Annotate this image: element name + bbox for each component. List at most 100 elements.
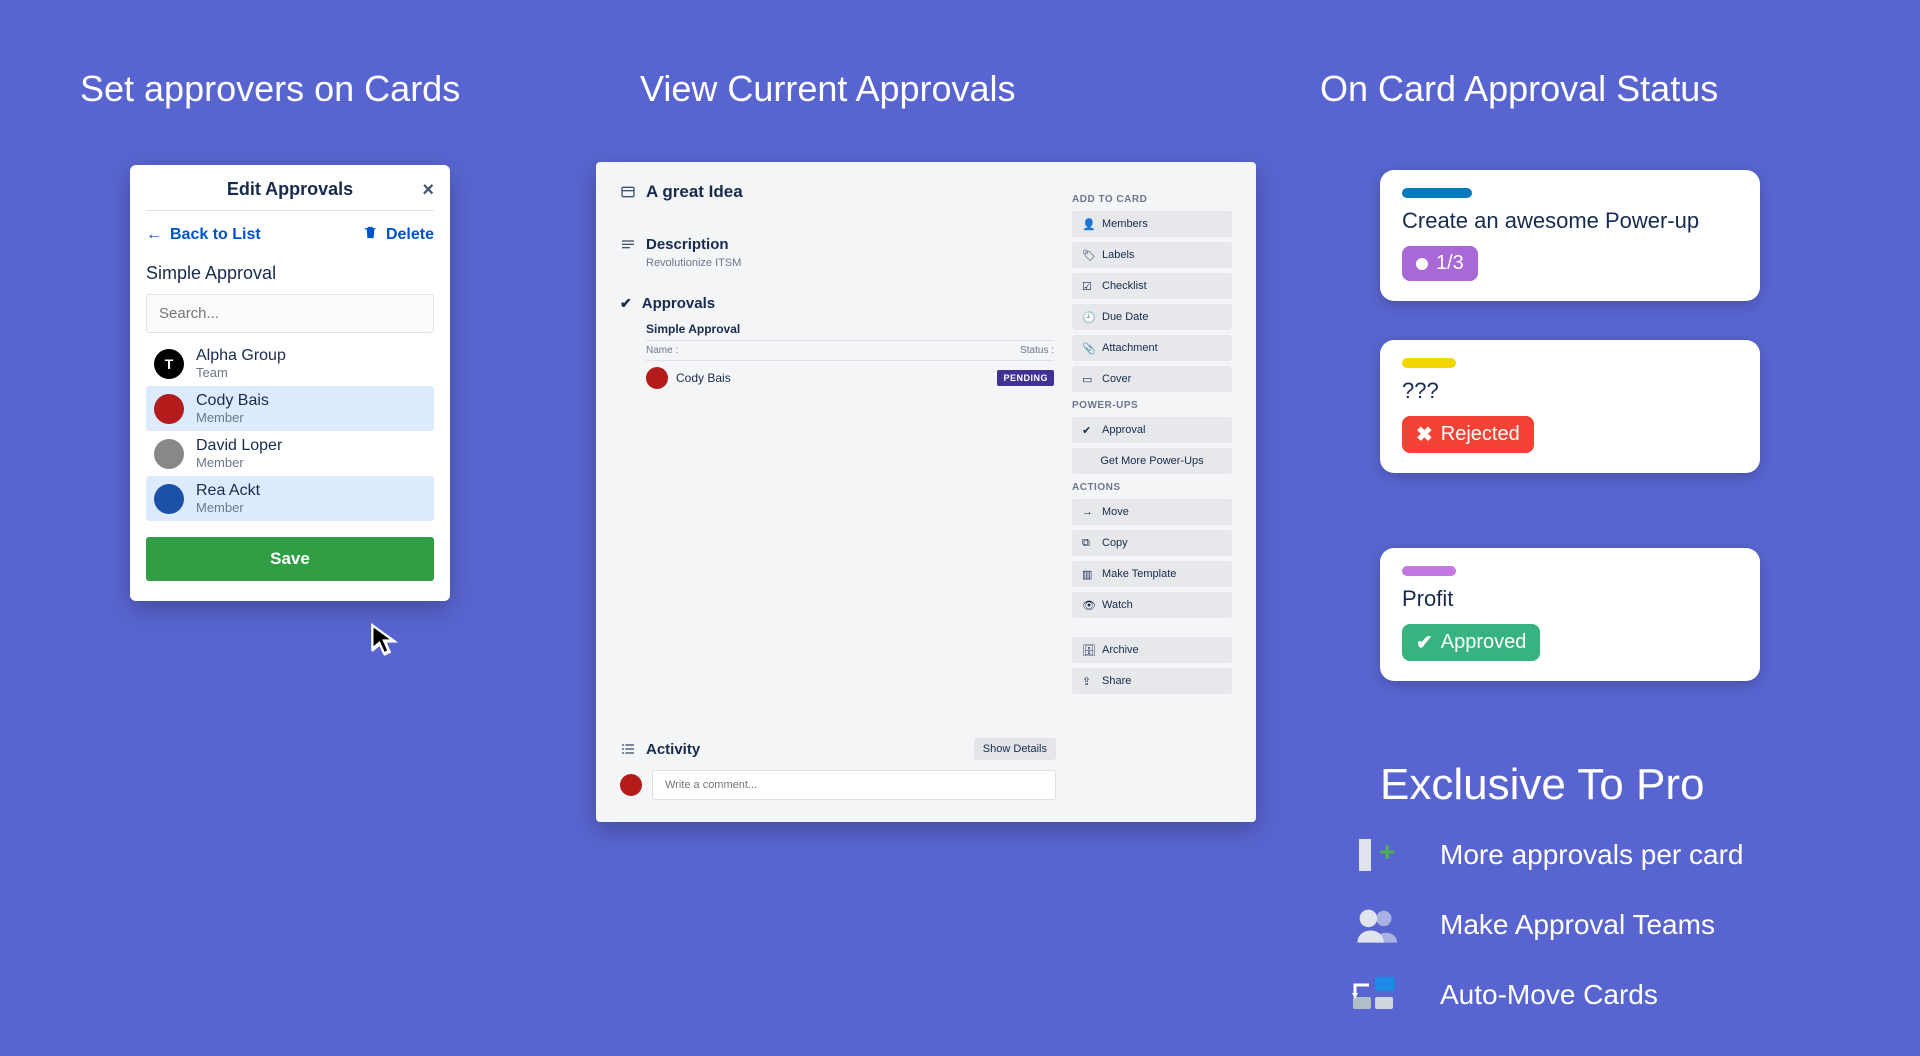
- row-name: Cody Bais: [676, 371, 731, 385]
- pro-item: + More approvals per card: [1350, 830, 1743, 880]
- list-icon: [620, 741, 636, 757]
- label-blue: [1402, 188, 1472, 198]
- card-icon: [620, 184, 636, 200]
- get-more-powerups-button[interactable]: Get More Power-Ups: [1072, 448, 1232, 474]
- sidebar-heading-add: ADD TO CARD: [1072, 194, 1232, 205]
- card-title: Profit: [1402, 586, 1738, 612]
- pro-item-label: Make Approval Teams: [1440, 909, 1715, 941]
- card-title: A great Idea: [646, 182, 743, 202]
- cover-button[interactable]: ▭Cover: [1072, 366, 1232, 392]
- avatar: [154, 394, 184, 424]
- tag-icon: 🏷: [1082, 249, 1094, 261]
- label-pink: [1402, 566, 1456, 576]
- list-item[interactable]: Rea Ackt Member: [146, 476, 434, 521]
- status-badge: PENDING: [997, 370, 1054, 386]
- description-heading: Description: [646, 236, 729, 253]
- delete-link[interactable]: Delete: [363, 225, 434, 245]
- col-name: Name :: [646, 345, 678, 356]
- item-sub: Member: [196, 500, 260, 515]
- duedate-button[interactable]: 🕘Due Date: [1072, 304, 1232, 330]
- item-sub: Team: [196, 365, 286, 380]
- label-yellow: [1402, 358, 1456, 368]
- item-name: Rea Ackt: [196, 482, 260, 500]
- check-icon: ✔: [620, 295, 632, 312]
- watch-button[interactable]: 👁Watch: [1072, 592, 1232, 618]
- avatar: [154, 439, 184, 469]
- copy-button[interactable]: ⧉Copy: [1072, 530, 1232, 556]
- avatar: T: [154, 349, 184, 379]
- card-title-row: A great Idea: [620, 182, 1054, 202]
- heading-col3: On Card Approval Status: [1320, 68, 1718, 110]
- search-input[interactable]: [146, 294, 434, 333]
- sidebar-heading-powerups: POWER-UPS: [1072, 400, 1232, 411]
- plus-icon: +: [1350, 830, 1400, 880]
- clock-icon: 🕘: [1082, 311, 1094, 323]
- avatar: [154, 484, 184, 514]
- check-icon: ✔: [1416, 630, 1433, 655]
- trash-icon: [363, 225, 378, 245]
- progress-badge: 1/3: [1402, 246, 1478, 281]
- archive-button[interactable]: 🗄Archive: [1072, 637, 1232, 663]
- svg-text:+: +: [1379, 836, 1395, 867]
- arrow-right-icon: →: [1082, 506, 1094, 518]
- labels-button[interactable]: 🏷Labels: [1072, 242, 1232, 268]
- close-icon[interactable]: ×: [422, 179, 434, 202]
- approvals-section: ✔ Approvals Simple Approval Name : Statu…: [620, 295, 1054, 395]
- checklist-icon: ☑: [1082, 280, 1094, 292]
- pro-feature-list: + More approvals per card Make Approval …: [1350, 830, 1743, 1040]
- heading-col1: Set approvers on Cards: [80, 68, 460, 110]
- attachment-button[interactable]: 📎Attachment: [1072, 335, 1232, 361]
- avatar: [620, 774, 642, 796]
- activity-section: Activity Show Details: [620, 738, 1056, 800]
- approvals-heading: Approvals: [642, 295, 715, 312]
- checklist-button[interactable]: ☑Checklist: [1072, 273, 1232, 299]
- description-text: Revolutionize ITSM: [646, 257, 1054, 269]
- share-button[interactable]: ⇪Share: [1072, 668, 1232, 694]
- item-name: Cody Bais: [196, 392, 269, 410]
- x-icon: ✖: [1416, 422, 1433, 447]
- pro-item-label: More approvals per card: [1440, 839, 1743, 871]
- back-to-list-link[interactable]: ← Back to List: [146, 225, 261, 245]
- share-icon: ⇪: [1082, 675, 1094, 687]
- card-title: Create an awesome Power-up: [1402, 208, 1738, 234]
- status-card: Create an awesome Power-up 1/3: [1380, 170, 1760, 301]
- check-icon: ✔: [1082, 424, 1094, 436]
- sidebar-heading-actions: ACTIONS: [1072, 482, 1232, 493]
- approval-subheading: Simple Approval: [646, 322, 1054, 336]
- cover-icon: ▭: [1082, 373, 1094, 385]
- list-item[interactable]: Cody Bais Member: [146, 386, 434, 431]
- item-name: Alpha Group: [196, 347, 286, 365]
- template-icon: ▥: [1082, 568, 1094, 580]
- move-button[interactable]: →Move: [1072, 499, 1232, 525]
- back-label: Back to List: [170, 226, 261, 244]
- members-button[interactable]: 👤Members: [1072, 211, 1232, 237]
- table-row: Cody Bais PENDING: [646, 361, 1054, 395]
- arrow-left-icon: ←: [146, 226, 162, 244]
- list-item[interactable]: David Loper Member: [146, 431, 434, 476]
- card-sidebar: ADD TO CARD 👤Members 🏷Labels ☑Checklist …: [1072, 182, 1232, 802]
- card-title: ???: [1402, 378, 1738, 404]
- pro-item: Auto-Move Cards: [1350, 970, 1743, 1020]
- paperclip-icon: 📎: [1082, 342, 1094, 354]
- team-icon: [1350, 900, 1400, 950]
- description-icon: [620, 237, 636, 253]
- edit-approvals-panel: Edit Approvals × ← Back to List Delete S…: [130, 165, 450, 601]
- copy-icon: ⧉: [1082, 537, 1094, 549]
- panel-title-text: Edit Approvals: [227, 179, 353, 199]
- status-card: Profit ✔ Approved: [1380, 548, 1760, 681]
- save-button[interactable]: Save: [146, 537, 434, 581]
- list-item[interactable]: T Alpha Group Team: [146, 341, 434, 386]
- description-section: Description Revolutionize ITSM: [620, 236, 1054, 269]
- pro-item: Make Approval Teams: [1350, 900, 1743, 950]
- template-button[interactable]: ▥Make Template: [1072, 561, 1232, 587]
- archive-icon: 🗄: [1082, 644, 1094, 656]
- show-details-button[interactable]: Show Details: [974, 738, 1056, 760]
- item-sub: Member: [196, 410, 269, 425]
- activity-heading: Activity: [646, 741, 700, 758]
- approved-badge: ✔ Approved: [1402, 624, 1540, 661]
- comment-input[interactable]: [652, 770, 1056, 800]
- approver-list: T Alpha Group Team Cody Bais Member Davi…: [146, 341, 434, 521]
- heading-col2: View Current Approvals: [640, 68, 1016, 110]
- rejected-badge: ✖ Rejected: [1402, 416, 1534, 453]
- approval-powerup-button[interactable]: ✔Approval: [1072, 417, 1232, 443]
